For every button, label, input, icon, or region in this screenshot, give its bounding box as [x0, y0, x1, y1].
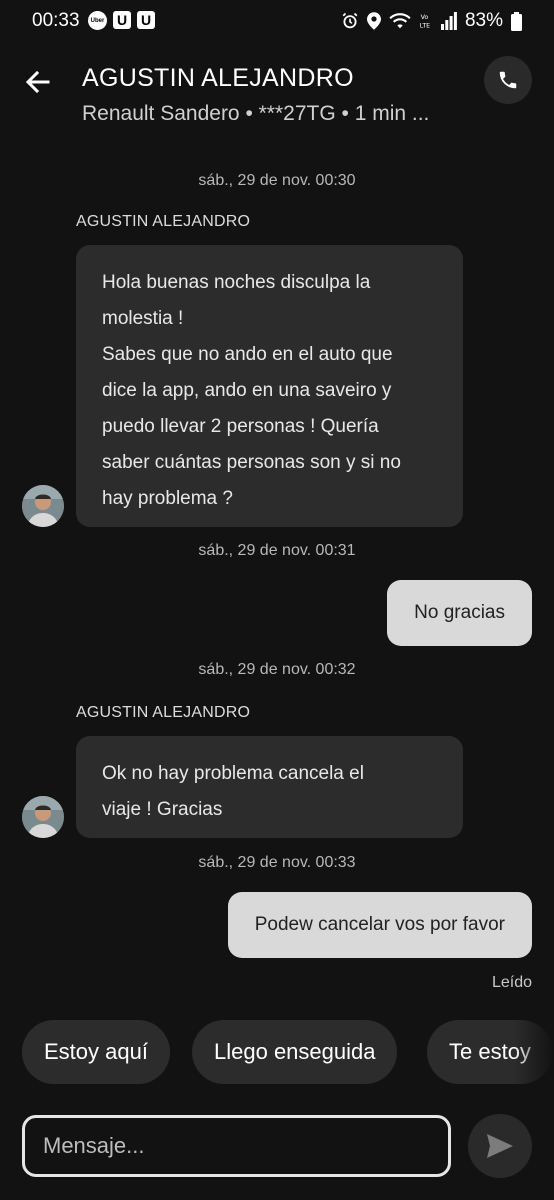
message-line: molestia !: [102, 308, 184, 329]
notification-icons: Uber U U: [88, 11, 155, 30]
sender-avatar: [22, 485, 64, 527]
outgoing-message-bubble: No gracias: [387, 580, 532, 646]
back-button[interactable]: [22, 66, 54, 98]
quick-reply-chip[interactable]: Estoy aquí: [22, 1020, 170, 1084]
message-line: dice la app, ando en una saveiro y: [102, 380, 392, 401]
u-app-icon: U: [113, 11, 131, 29]
status-time: 00:33: [32, 10, 80, 31]
message-input[interactable]: [22, 1115, 451, 1177]
arrow-left-icon: [25, 70, 50, 94]
alarm-icon: [342, 12, 358, 29]
message-timestamp: sáb., 29 de nov. 00:32: [198, 661, 356, 678]
message-line: viaje ! Gracias: [102, 799, 223, 820]
contact-name: AGUSTIN ALEJANDRO: [82, 64, 354, 92]
location-icon: [366, 12, 381, 30]
message-line: hay problema ?: [102, 488, 233, 509]
sender-avatar: [22, 796, 64, 838]
svg-text:LTE: LTE: [420, 22, 430, 29]
message-timestamp: sáb., 29 de nov. 00:30: [198, 172, 356, 189]
read-receipt: Leído: [491, 974, 532, 991]
message-line: puedo llevar 2 personas ! Quería: [102, 416, 379, 437]
trip-details: Renault Sandero • ***27TG • 1 min ...: [82, 102, 430, 125]
message-timestamp: sáb., 29 de nov. 00:33: [198, 854, 356, 871]
status-bar: 00:33 Uber U U Vo LTE 83%: [0, 0, 554, 44]
sender-name: AGUSTIN ALEJANDRO: [76, 704, 251, 721]
call-button[interactable]: [484, 56, 532, 104]
system-icons: Vo LTE 83%: [341, 10, 522, 32]
volte-icon: VoLTE: [420, 14, 430, 29]
message-line: saber cuántas personas son y si no: [102, 452, 401, 473]
u-app-icon: U: [137, 11, 155, 29]
quick-reply-chip[interactable]: Llego enseguida: [192, 1020, 398, 1084]
incoming-message-bubble: Ok no hay problema cancela el viaje ! Gr…: [76, 736, 463, 838]
scroll-fade: [514, 1020, 554, 1084]
outgoing-message-bubble: Podew cancelar vos por favor: [227, 892, 532, 958]
incoming-message-bubble: Hola buenas noches disculpa la molestia …: [76, 245, 463, 527]
send-icon: [487, 1134, 513, 1158]
message-line: Hola buenas noches disculpa la: [102, 272, 371, 293]
svg-text:Vo: Vo: [421, 14, 429, 21]
sender-name: AGUSTIN ALEJANDRO: [76, 213, 251, 230]
message-timestamp: sáb., 29 de nov. 00:31: [198, 542, 356, 559]
avatar-photo: [22, 796, 64, 838]
message-line: Sabes que no ando en el auto que: [102, 344, 393, 365]
avatar-photo: [22, 485, 64, 527]
message-line: Ok no hay problema cancela el: [102, 763, 364, 784]
chat-header: AGUSTIN ALEJANDRO Renault Sandero • ***2…: [0, 52, 554, 136]
quick-replies: Estoy aquí Llego enseguida Te estoy: [0, 1020, 554, 1084]
battery-percent: 83%: [464, 10, 503, 31]
wifi-icon: [389, 13, 411, 29]
signal-icon: [440, 12, 457, 30]
battery-icon: [511, 11, 522, 31]
uber-app-icon: Uber: [88, 11, 107, 30]
phone-icon: [499, 71, 517, 89]
send-button[interactable]: [468, 1114, 532, 1178]
